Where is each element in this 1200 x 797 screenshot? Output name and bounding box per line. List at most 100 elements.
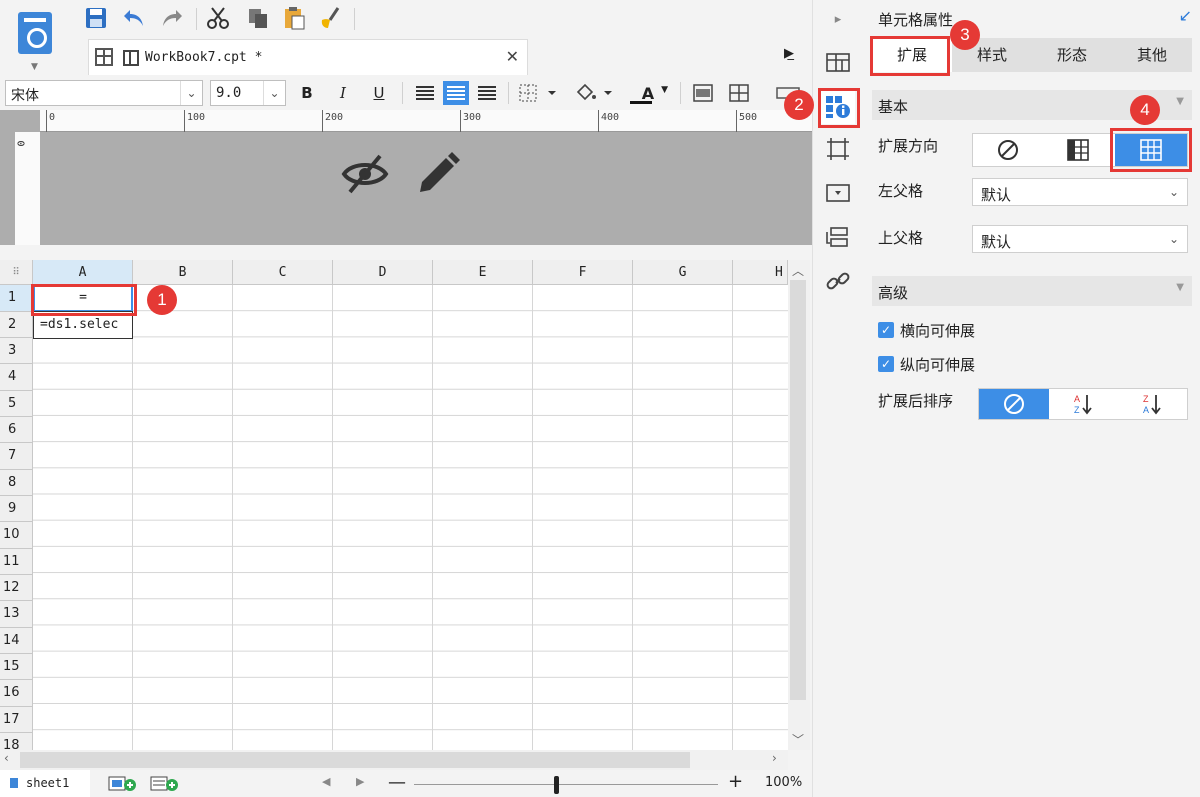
status-bar: sheet1 ◀ ▶ — + 100%: [0, 770, 812, 797]
chevron-down-icon[interactable]: ⌄: [263, 81, 285, 105]
column-header-g[interactable]: G: [633, 260, 733, 285]
align-right-icon: [478, 86, 496, 100]
save-icon[interactable]: [82, 5, 110, 31]
row-header[interactable]: 1: [0, 285, 33, 312]
hide-header-button[interactable]: [340, 152, 390, 196]
chevron-down-icon[interactable]: ﹀: [792, 731, 804, 748]
document-tab[interactable]: WorkBook7.cpt * ✕: [88, 39, 528, 75]
close-icon[interactable]: ✕: [506, 47, 519, 66]
widget-icon[interactable]: [821, 176, 855, 210]
font-color-button[interactable]: A ▼: [626, 81, 670, 105]
row-header[interactable]: 6: [0, 417, 33, 443]
add-dashboard-sheet-button[interactable]: [150, 775, 180, 792]
sort-ascending-option[interactable]: AZ: [1049, 389, 1119, 419]
format-painter-icon[interactable]: [316, 5, 344, 31]
row-header[interactable]: 4: [0, 364, 33, 391]
column-header-a[interactable]: A: [33, 260, 133, 285]
top-parent-select[interactable]: 默认 ⌄: [972, 225, 1188, 253]
sheet-prev-icon[interactable]: ◀: [322, 775, 330, 788]
condition-attribute-icon[interactable]: [821, 220, 855, 254]
row-header[interactable]: 12: [0, 575, 33, 601]
row-header[interactable]: 2: [0, 312, 33, 338]
font-size-select[interactable]: 9.0 ⌄: [210, 80, 286, 106]
chevron-left-icon[interactable]: ‹: [4, 751, 9, 765]
add-report-sheet-button[interactable]: [108, 775, 138, 792]
format-toolbar: 宋体 ⌄ 9.0 ⌄ B I U A ▼: [0, 76, 812, 110]
row-header[interactable]: 15: [0, 654, 33, 680]
app-menu-button[interactable]: ▼: [6, 8, 64, 74]
chevron-down-icon[interactable]: ⌄: [1161, 226, 1187, 252]
row-header[interactable]: 17: [0, 707, 33, 733]
cell-grid[interactable]: [33, 285, 788, 750]
sort-none-option[interactable]: [979, 389, 1049, 419]
align-right-button[interactable]: [474, 81, 500, 105]
row-header[interactable]: 3: [0, 338, 33, 364]
zoom-slider-thumb[interactable]: [554, 776, 560, 794]
cell-element-icon[interactable]: [821, 44, 855, 78]
tab-list-icon[interactable]: ▶̲: [784, 46, 794, 61]
row-header[interactable]: 13: [0, 601, 33, 628]
chevron-down-icon[interactable]: ▼: [1176, 96, 1184, 107]
row-header[interactable]: 5: [0, 391, 33, 417]
merge-cells-button[interactable]: [690, 81, 716, 105]
horizontal-scrollbar[interactable]: ‹ ›: [0, 750, 788, 770]
column-header-c[interactable]: C: [233, 260, 333, 285]
expand-horizontal-option[interactable]: [1043, 134, 1113, 166]
font-name-select[interactable]: 宋体 ⌄: [5, 80, 203, 106]
hyperlink-icon[interactable]: [821, 264, 855, 298]
column-header-e[interactable]: E: [433, 260, 533, 285]
chevron-down-icon[interactable]: ⌄: [1161, 179, 1187, 205]
column-header-b[interactable]: B: [133, 260, 233, 285]
chevron-down-icon[interactable]: ⌄: [180, 81, 202, 105]
sheet-tab[interactable]: sheet1: [0, 770, 90, 797]
row-header[interactable]: 14: [0, 628, 33, 654]
zoom-in-button[interactable]: +: [728, 771, 743, 792]
advanced-group-header[interactable]: 高级 ▼: [872, 276, 1192, 306]
paste-icon[interactable]: [280, 5, 308, 31]
chevron-down-icon[interactable]: ▼: [1176, 282, 1184, 293]
row-header[interactable]: 18: [0, 733, 33, 750]
border-button[interactable]: [516, 81, 560, 105]
align-left-button[interactable]: [412, 81, 438, 105]
report-header-area: 0 100 200 300 400 500 0: [0, 110, 812, 245]
row-header[interactable]: 16: [0, 680, 33, 707]
column-header-d[interactable]: D: [333, 260, 433, 285]
select-all-corner[interactable]: ⠿: [0, 260, 33, 285]
sheet-next-icon[interactable]: ▶: [356, 775, 364, 788]
tab-other[interactable]: 其他: [1112, 38, 1192, 72]
split-cells-button[interactable]: [726, 81, 752, 105]
collapse-panel-icon[interactable]: ↙: [1179, 6, 1192, 25]
cell-border-icon[interactable]: [821, 132, 855, 166]
fill-color-button[interactable]: [572, 81, 616, 105]
redo-icon[interactable]: [158, 5, 186, 31]
row-header[interactable]: 11: [0, 549, 33, 575]
column-header-h[interactable]: H: [733, 260, 788, 285]
row-header[interactable]: 10: [0, 522, 33, 549]
underline-button[interactable]: U: [366, 81, 392, 105]
sort-descending-option[interactable]: ZA: [1119, 389, 1187, 419]
chevron-right-icon[interactable]: ›: [772, 751, 777, 765]
tab-form[interactable]: 形态: [1032, 38, 1112, 72]
align-center-button[interactable]: [443, 81, 469, 105]
edit-header-button[interactable]: [412, 152, 462, 196]
document-tab-title: WorkBook7.cpt *: [145, 50, 263, 65]
column-header-f[interactable]: F: [533, 260, 633, 285]
zoom-out-button[interactable]: —: [388, 772, 406, 793]
scrollbar-thumb[interactable]: [20, 752, 690, 768]
cut-icon[interactable]: [204, 5, 232, 31]
row-header[interactable]: 8: [0, 470, 33, 496]
eye-slash-icon: [341, 154, 389, 194]
zoom-slider-track[interactable]: [414, 784, 718, 785]
vertical-scrollbar[interactable]: ︿ ﹀: [788, 260, 810, 750]
chevron-up-icon[interactable]: ︿: [792, 262, 804, 279]
row-header[interactable]: 9: [0, 496, 33, 522]
left-parent-select[interactable]: 默认 ⌄: [972, 178, 1188, 206]
scrollbar-thumb[interactable]: [790, 280, 806, 700]
copy-icon[interactable]: [244, 5, 272, 31]
italic-button[interactable]: I: [330, 81, 356, 105]
collapse-arrow-icon[interactable]: ▸: [821, 2, 855, 36]
bold-button[interactable]: B: [294, 81, 320, 105]
expand-none-option[interactable]: [973, 134, 1043, 166]
undo-icon[interactable]: [120, 5, 148, 31]
row-header[interactable]: 7: [0, 443, 33, 470]
